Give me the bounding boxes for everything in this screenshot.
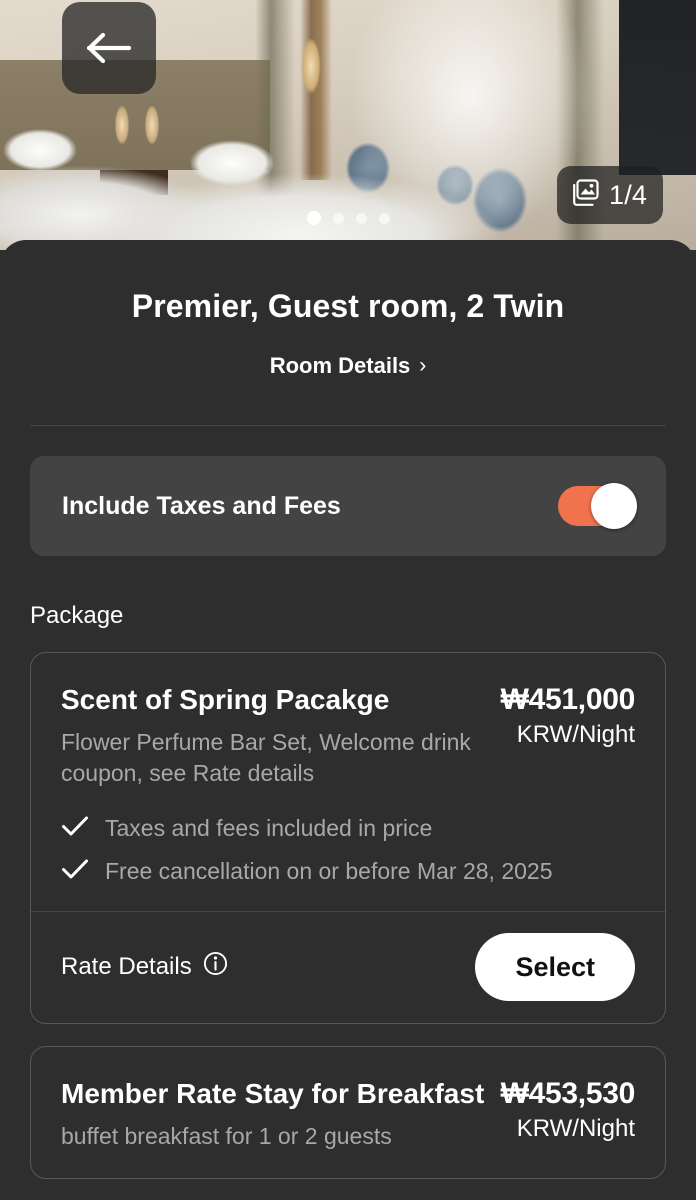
rate-description: Flower Perfume Bar Set, Welcome drink co… [61,728,471,786]
rate-price-block: ₩451,000 KRW/Night [500,681,636,749]
switch-knob [591,483,637,529]
hero-image-carousel[interactable]: 1/4 [0,0,696,250]
sheet-divider [30,425,666,426]
rate-price: ₩453,530 [500,1076,636,1110]
photo-count-text: 1/4 [609,179,648,210]
rate-card[interactable]: Scent of Spring Pacakge Flower Perfume B… [30,652,666,1024]
rate-details-link[interactable]: Rate Details [61,951,228,983]
carousel-dot-1[interactable] [306,211,321,225]
rate-card-header: Scent of Spring Pacakge Flower Perfume B… [61,681,635,789]
package-section-label: Package [30,602,124,629]
room-details-link[interactable]: Room Details › [30,353,666,379]
rate-price-unit: KRW/Night [516,1114,635,1142]
rate-card[interactable]: Member Rate Stay for Breakfast buffet br… [30,1045,666,1179]
chevron-right-icon: › [419,353,427,377]
select-button[interactable]: Select [475,933,635,1002]
rate-description: buffet breakfast for 1 or 2 guests [61,1122,392,1149]
rate-price: ₩451,000 [500,683,636,716]
carousel-dot-2[interactable] [332,212,344,224]
rate-perk-item: Free cancellation on or before Mar 28, 2… [61,858,635,885]
rate-perks: Taxes and fees included in price Free ca… [61,815,635,885]
page-title: Premier, Guest room, 2 Twin [131,288,565,324]
check-icon [61,858,89,885]
arrow-left-icon [86,31,132,65]
include-taxes-switch[interactable] [558,483,637,529]
carousel-dots[interactable] [0,211,696,225]
include-taxes-toggle-row[interactable]: Include Taxes and Fees [30,456,666,556]
rate-name: Scent of Spring Pacakge [61,684,390,715]
carousel-dot-3[interactable] [355,212,367,224]
rate-card-body: Member Rate Stay for Breakfast buffet br… [31,1047,665,1178]
carousel-dot-4[interactable] [378,212,390,224]
rate-card-body: Scent of Spring Pacakge Flower Perfume B… [31,653,665,911]
photo-stack-icon [571,178,600,212]
check-icon [61,815,89,842]
back-button[interactable] [62,2,156,94]
rate-perk-text: Taxes and fees included in price [105,814,433,841]
rate-price-unit: KRW/Night [516,721,635,748]
include-taxes-label: Include Taxes and Fees [62,491,341,520]
rate-perk-item: Taxes and fees included in price [61,815,635,842]
info-icon[interactable] [203,951,228,983]
rate-price-block: ₩453,530 KRW/Night [500,1075,636,1143]
rate-card-header: Member Rate Stay for Breakfast buffet br… [61,1075,635,1152]
rate-sheet: Premier, Guest room, 2 Twin Room Details… [0,240,696,1200]
room-details-label: Room Details [269,353,411,378]
room-rate-screen: 1/4 Premier, Guest room, 2 Twin Room Det… [0,0,696,1200]
rate-card-footer: Rate Details Select [31,910,665,1023]
rate-name: Member Rate Stay for Breakfast [61,1077,485,1109]
rate-perk-text: Free cancellation on or before Mar 28, 2… [105,857,553,884]
rate-details-label: Rate Details [61,953,192,981]
